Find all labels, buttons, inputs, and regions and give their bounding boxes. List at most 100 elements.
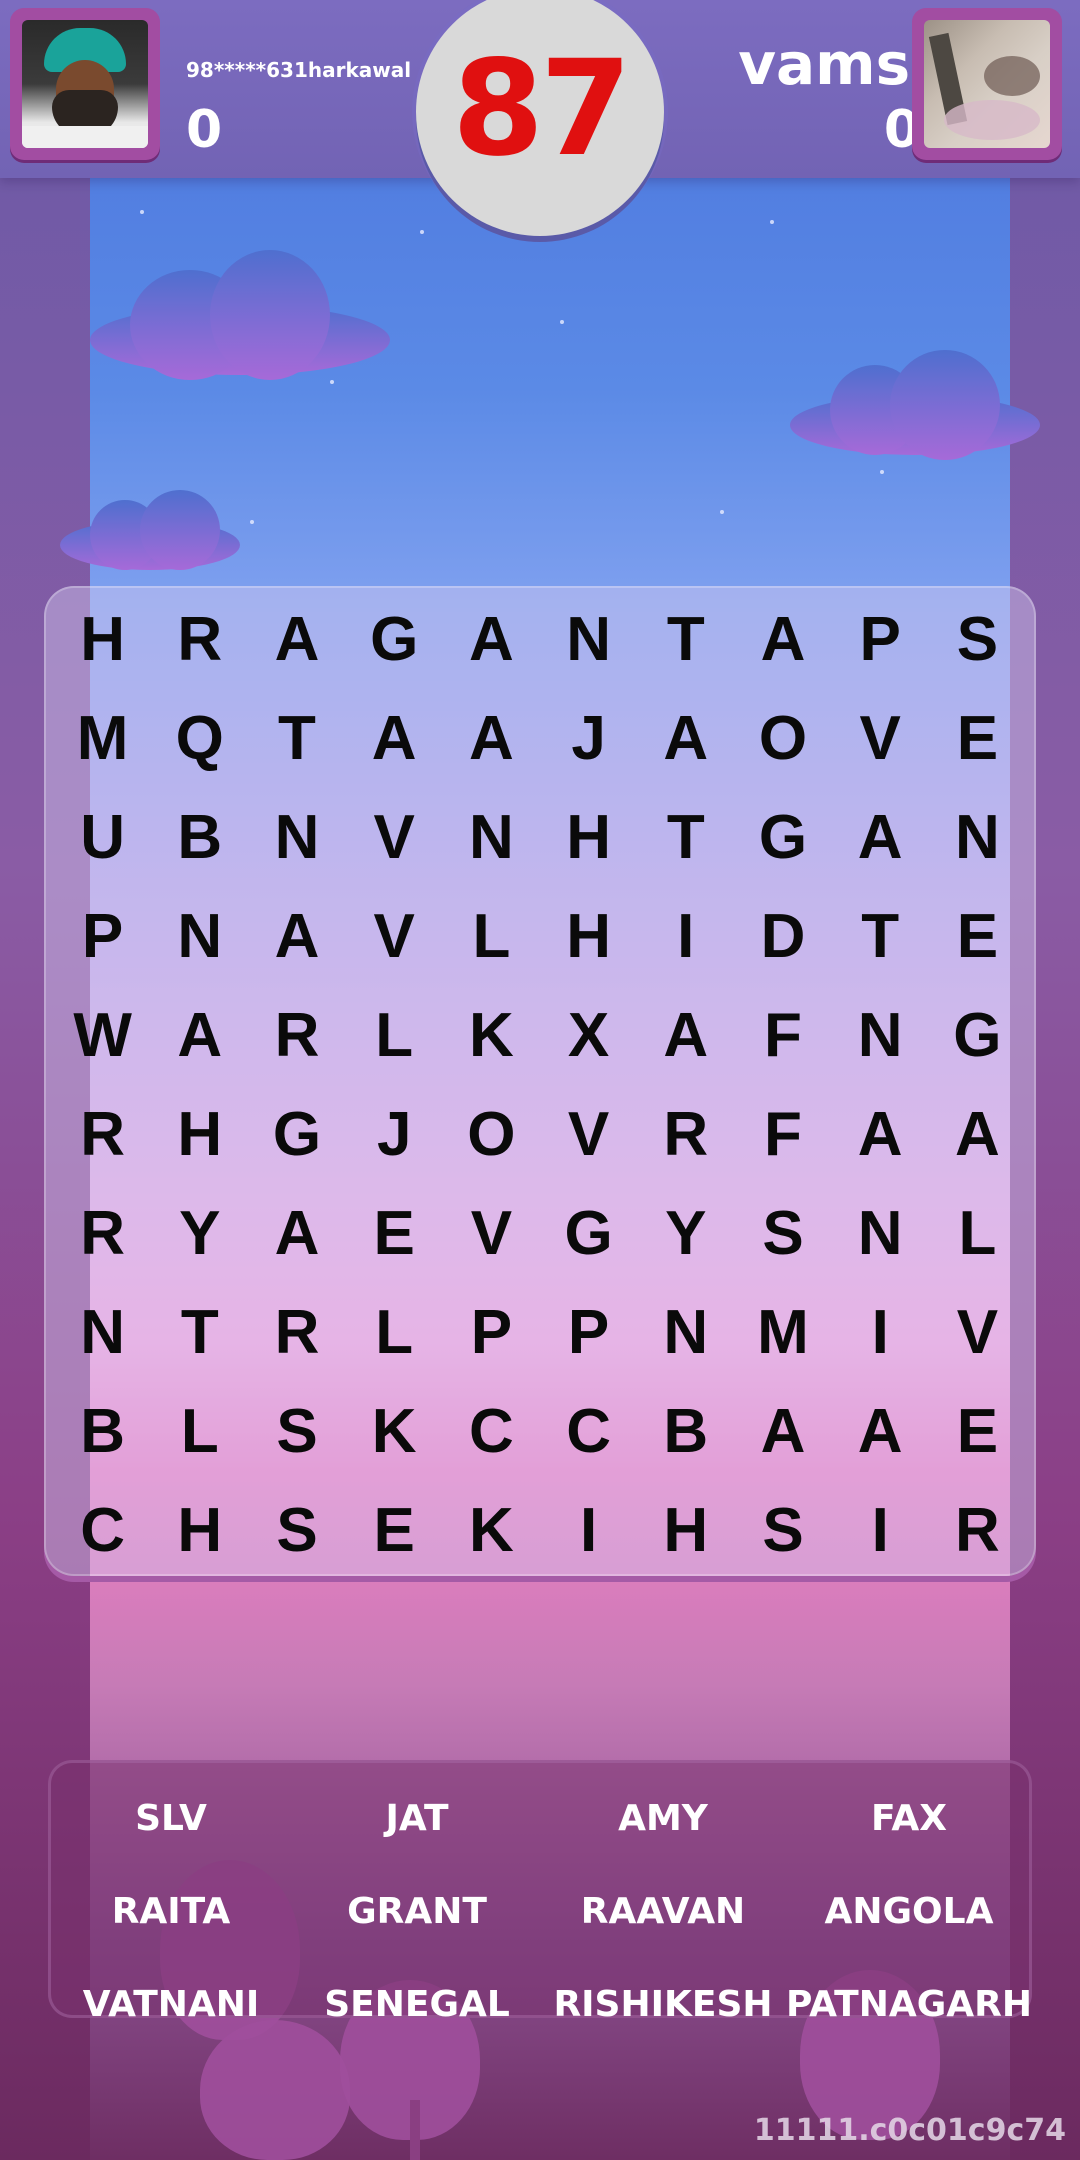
grid-cell[interactable]: R (248, 1283, 345, 1382)
grid-cell[interactable]: J (346, 1085, 443, 1184)
grid-cell[interactable]: N (832, 1184, 929, 1283)
player2-avatar[interactable] (912, 8, 1062, 160)
grid-cell[interactable]: A (443, 590, 540, 689)
grid-cell[interactable]: B (637, 1382, 734, 1481)
grid-cell[interactable]: G (540, 1184, 637, 1283)
grid-cell[interactable]: A (929, 1085, 1026, 1184)
grid-cell[interactable]: V (346, 788, 443, 887)
grid-cell[interactable]: K (346, 1382, 443, 1481)
grid-cell[interactable]: R (151, 590, 248, 689)
grid-cell[interactable]: E (929, 689, 1026, 788)
grid-cell[interactable]: H (540, 887, 637, 986)
grid-cell[interactable]: H (540, 788, 637, 887)
grid-cell[interactable]: O (734, 689, 831, 788)
grid-cell[interactable]: K (443, 986, 540, 1085)
grid-cell[interactable]: Q (151, 689, 248, 788)
grid-cell[interactable]: A (346, 689, 443, 788)
grid-cell[interactable]: T (832, 887, 929, 986)
grid-cell[interactable]: A (248, 1184, 345, 1283)
grid-cell[interactable]: S (734, 1184, 831, 1283)
grid-cell[interactable]: J (540, 689, 637, 788)
grid-cell[interactable]: R (637, 1085, 734, 1184)
grid-cell[interactable]: A (832, 1382, 929, 1481)
letter-grid[interactable]: HRAGANTAPSMQTAAJAOVEUBNVNHTGANPNAVLHIDTE… (54, 590, 1026, 1580)
grid-cell[interactable]: V (540, 1085, 637, 1184)
grid-cell[interactable]: L (346, 1283, 443, 1382)
grid-cell[interactable]: A (248, 590, 345, 689)
grid-cell[interactable]: H (151, 1481, 248, 1580)
grid-cell[interactable]: F (734, 986, 831, 1085)
grid-cell[interactable]: V (443, 1184, 540, 1283)
grid-cell[interactable]: S (248, 1382, 345, 1481)
grid-cell[interactable]: P (832, 590, 929, 689)
grid-cell[interactable]: E (929, 887, 1026, 986)
grid-cell[interactable]: A (832, 1085, 929, 1184)
grid-cell[interactable]: W (54, 986, 151, 1085)
grid-cell[interactable]: H (637, 1481, 734, 1580)
player1-avatar[interactable] (10, 8, 160, 160)
grid-cell[interactable]: R (54, 1184, 151, 1283)
grid-cell[interactable]: A (734, 1382, 831, 1481)
grid-cell[interactable]: P (443, 1283, 540, 1382)
grid-cell[interactable]: K (443, 1481, 540, 1580)
grid-cell[interactable]: E (346, 1481, 443, 1580)
grid-cell[interactable]: C (540, 1382, 637, 1481)
grid-cell[interactable]: L (929, 1184, 1026, 1283)
grid-cell[interactable]: G (734, 788, 831, 887)
grid-cell[interactable]: T (151, 1283, 248, 1382)
grid-cell[interactable]: V (832, 689, 929, 788)
grid-cell[interactable]: X (540, 986, 637, 1085)
grid-cell[interactable]: B (54, 1382, 151, 1481)
grid-cell[interactable]: A (832, 788, 929, 887)
grid-cell[interactable]: N (637, 1283, 734, 1382)
grid-cell[interactable]: U (54, 788, 151, 887)
grid-cell[interactable]: N (54, 1283, 151, 1382)
grid-cell[interactable]: R (248, 986, 345, 1085)
grid-cell[interactable]: A (637, 689, 734, 788)
grid-cell[interactable]: R (54, 1085, 151, 1184)
grid-cell[interactable]: E (929, 1382, 1026, 1481)
grid-cell[interactable]: G (248, 1085, 345, 1184)
grid-cell[interactable]: C (443, 1382, 540, 1481)
grid-cell[interactable]: A (248, 887, 345, 986)
grid-cell[interactable]: S (248, 1481, 345, 1580)
grid-cell[interactable]: L (151, 1382, 248, 1481)
grid-cell[interactable]: L (443, 887, 540, 986)
grid-cell[interactable]: O (443, 1085, 540, 1184)
grid-cell[interactable]: S (929, 590, 1026, 689)
grid-cell[interactable]: I (637, 887, 734, 986)
grid-cell[interactable]: T (248, 689, 345, 788)
grid-cell[interactable]: R (929, 1481, 1026, 1580)
grid-cell[interactable]: P (54, 887, 151, 986)
grid-cell[interactable]: M (734, 1283, 831, 1382)
grid-cell[interactable]: G (929, 986, 1026, 1085)
grid-cell[interactable]: Y (637, 1184, 734, 1283)
grid-cell[interactable]: N (540, 590, 637, 689)
grid-cell[interactable]: V (929, 1283, 1026, 1382)
grid-cell[interactable]: C (54, 1481, 151, 1580)
grid-cell[interactable]: E (346, 1184, 443, 1283)
grid-cell[interactable]: A (151, 986, 248, 1085)
grid-cell[interactable]: N (248, 788, 345, 887)
grid-cell[interactable]: H (151, 1085, 248, 1184)
grid-cell[interactable]: G (346, 590, 443, 689)
grid-cell[interactable]: L (346, 986, 443, 1085)
grid-cell[interactable]: M (54, 689, 151, 788)
grid-cell[interactable]: F (734, 1085, 831, 1184)
grid-cell[interactable]: P (540, 1283, 637, 1382)
grid-cell[interactable]: H (54, 590, 151, 689)
grid-cell[interactable]: I (832, 1481, 929, 1580)
grid-cell[interactable]: Y (151, 1184, 248, 1283)
grid-cell[interactable]: I (540, 1481, 637, 1580)
grid-cell[interactable]: N (832, 986, 929, 1085)
grid-cell[interactable]: A (734, 590, 831, 689)
grid-cell[interactable]: T (637, 590, 734, 689)
grid-cell[interactable]: V (346, 887, 443, 986)
grid-cell[interactable]: D (734, 887, 831, 986)
grid-cell[interactable]: I (832, 1283, 929, 1382)
grid-cell[interactable]: A (637, 986, 734, 1085)
grid-cell[interactable]: N (443, 788, 540, 887)
grid-cell[interactable]: S (734, 1481, 831, 1580)
grid-cell[interactable]: A (443, 689, 540, 788)
grid-cell[interactable]: T (637, 788, 734, 887)
